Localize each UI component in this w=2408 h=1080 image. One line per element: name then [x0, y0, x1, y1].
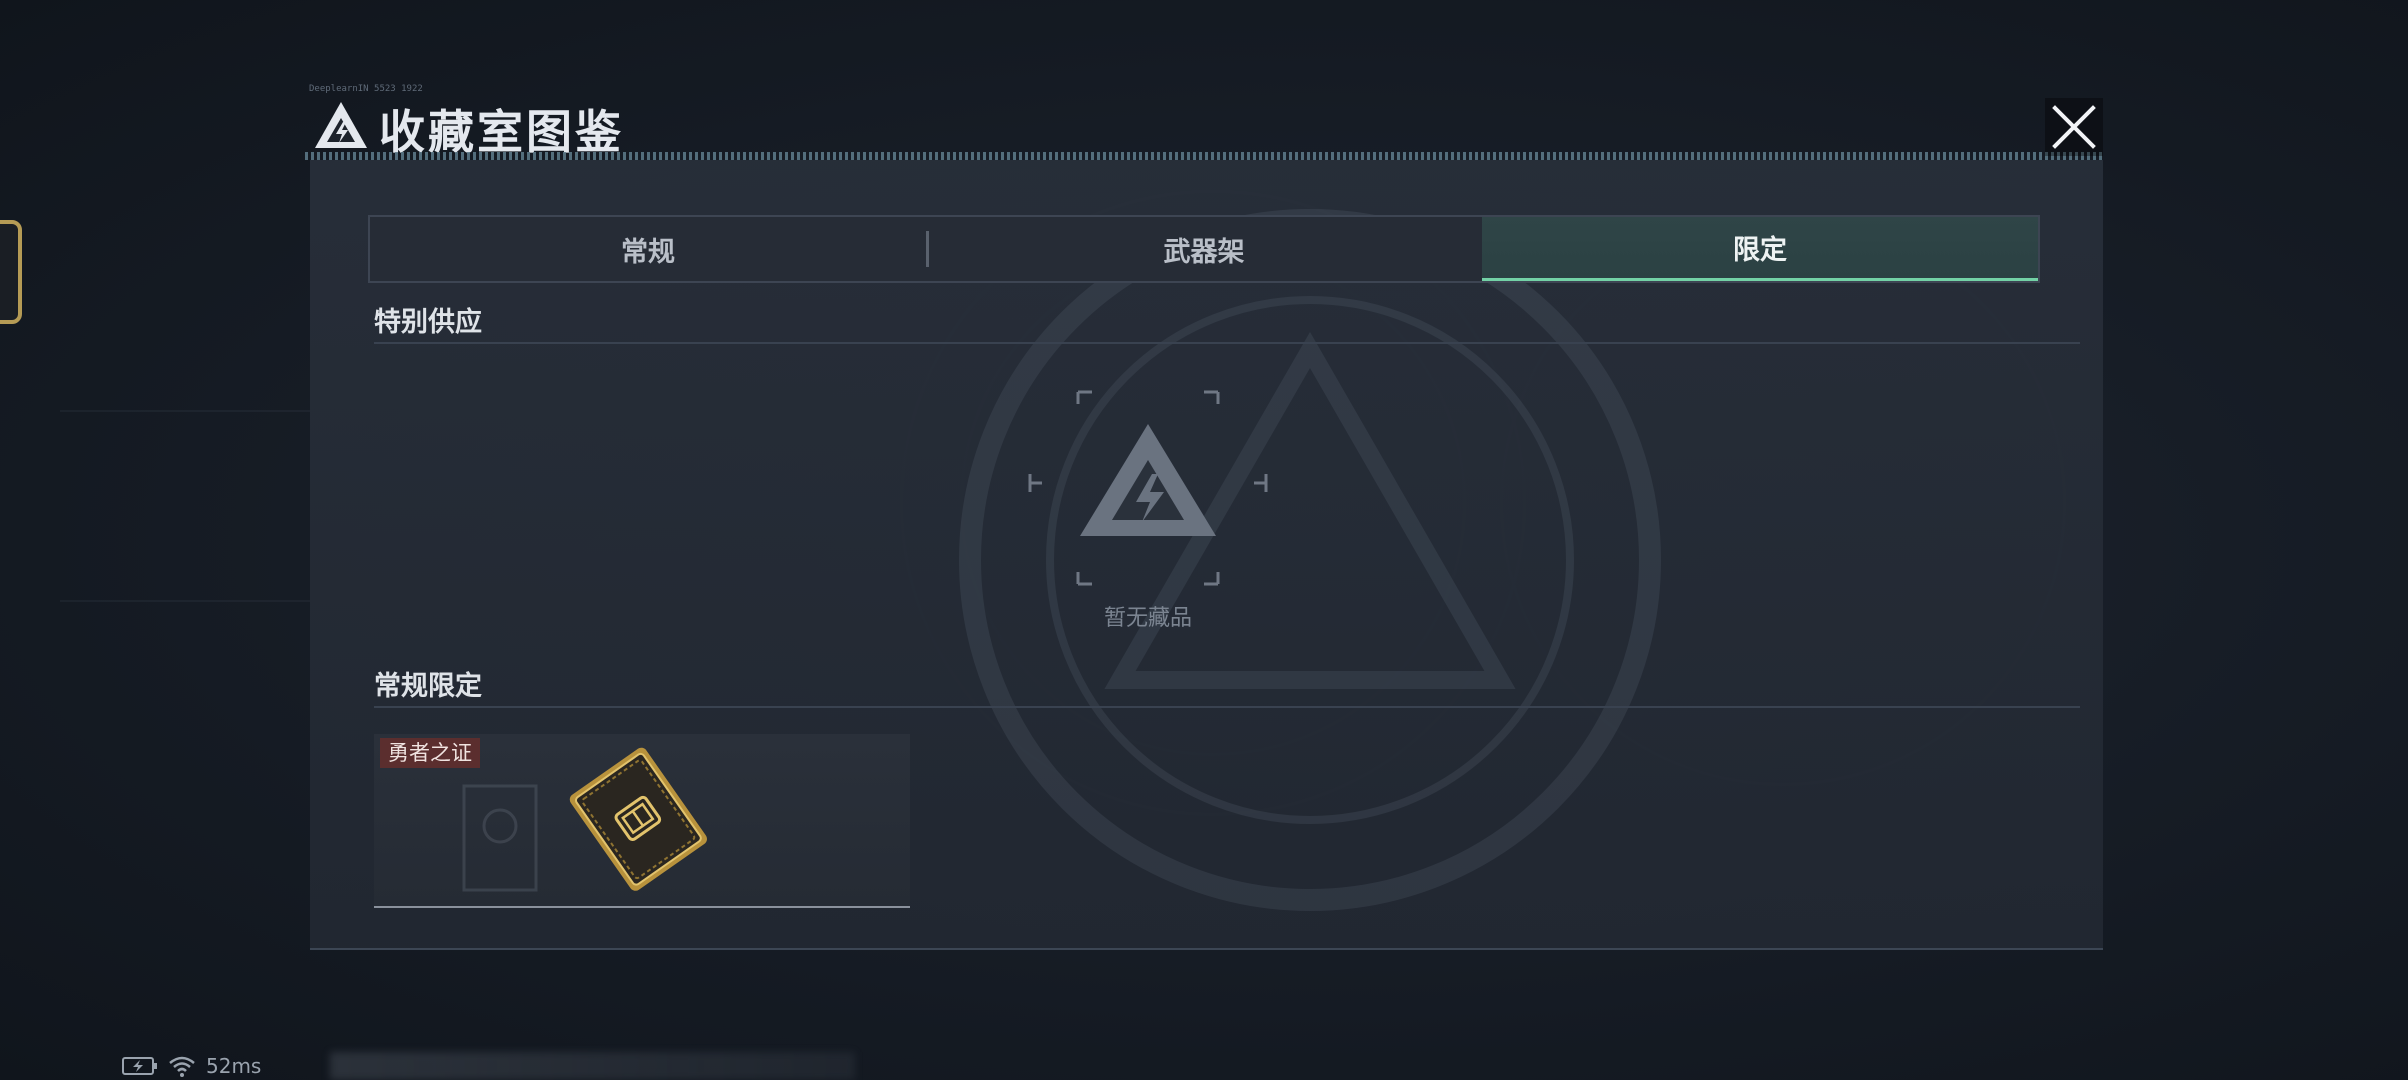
tab-limited[interactable]: 限定: [1482, 217, 2038, 281]
game-screen: 常规 武器架 限定 特别供应 暂无藏品 常规限定 勇者之证 DeeplearnI…: [0, 0, 2408, 1080]
modal-subcode: DeeplearnIN 5523 1922: [309, 84, 423, 94]
tab-weapon-rack[interactable]: 武器架: [926, 217, 1482, 281]
wifi-icon: [169, 1056, 195, 1077]
collection-modal: 常规 武器架 限定 特别供应 暂无藏品 常规限定 勇者之证: [310, 160, 2103, 950]
section-title-regular-limited: 常规限定: [374, 671, 482, 702]
brand-logo-icon: [315, 102, 367, 148]
close-icon: [2052, 105, 2096, 149]
brand-logo-icon: [1080, 424, 1216, 536]
empty-text: 暂无藏品: [1103, 606, 1192, 631]
ping-value: 52ms: [206, 1054, 262, 1078]
blurred-info: [330, 1052, 855, 1080]
side-badge: [0, 220, 22, 324]
category-tabs: 常规 武器架 限定: [368, 215, 2040, 283]
section-title-special: 特别供应: [374, 307, 482, 338]
status-bar: 52ms: [122, 1054, 261, 1078]
header-divider: [305, 152, 2103, 160]
empty-frame-icon: [1028, 390, 1268, 586]
battery-charging-icon: [122, 1057, 157, 1075]
collection-item-card[interactable]: 勇者之证: [374, 734, 910, 908]
gold-card-icon: [569, 747, 707, 891]
item-tag: 勇者之证: [380, 738, 480, 768]
close-button[interactable]: [2045, 98, 2103, 156]
section-divider: [374, 342, 2080, 344]
empty-state: 暂无藏品: [1028, 388, 1358, 658]
tab-regular[interactable]: 常规: [370, 217, 926, 281]
silhouette-icon: [462, 784, 538, 892]
section-divider: [374, 706, 2080, 708]
